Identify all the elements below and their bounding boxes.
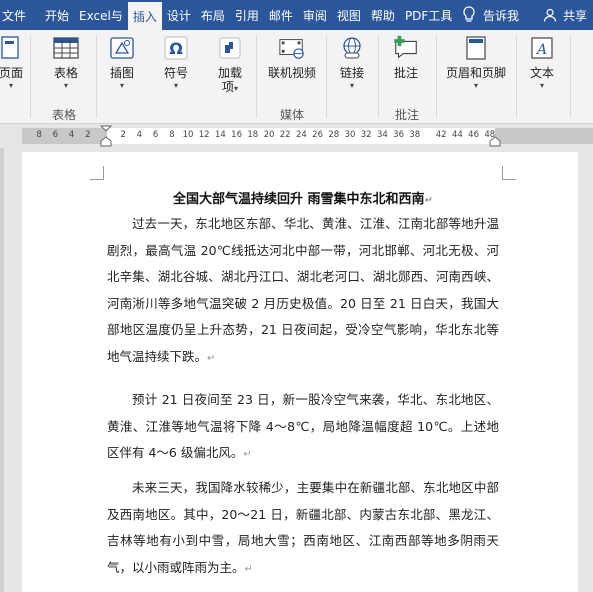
document-page[interactable]: 全国大部气温持续回升 雨雪集中东北和西南↵ 过去一天，东北地区东部、华北、黄淮、… [22,152,578,592]
omega-symbol-icon: Ω [162,34,190,62]
ribbon-separator [326,36,327,118]
ribbon-separator [30,36,31,118]
chevron-down-icon: ▾ [8,81,13,90]
ribbon-separator [516,36,517,118]
right-indent-marker[interactable] [489,124,501,148]
chevron-down-icon: ▾ [119,81,124,90]
tab-file[interactable]: 文件 [0,0,40,30]
svg-text:A: A [535,42,547,58]
chevron-down-icon: ▾ [349,81,354,90]
table-button[interactable]: 表格 ▾ [44,34,88,91]
ribbon-separator [378,36,379,118]
document-heading: 全国大部气温持续回升 雨雪集中东北和西南↵ [173,192,433,207]
lightbulb-icon [463,6,475,22]
text-box-icon: A [528,34,556,62]
tab-insert[interactable]: 插入 [127,0,162,30]
comment-icon [392,34,420,62]
tab-home[interactable]: 开始 [40,0,74,30]
ribbon-separator [96,36,97,118]
group-label-table: 表格 [52,108,77,122]
header-footer-button[interactable]: 页眉和页脚 ▾ [444,34,508,91]
person-icon [543,8,557,22]
header-footer-icon [462,34,490,62]
text-button[interactable]: A 文本 ▾ [524,34,560,91]
chevron-down-icon: ▾ [173,81,178,90]
margin-corner-mark [502,166,516,180]
tell-me-box[interactable]: 告诉我 [483,7,519,24]
svg-text:Ω: Ω [169,39,183,58]
tab-mailings[interactable]: 邮件 [264,0,298,30]
ribbon-separator [256,36,257,118]
paragraph: 未来三天，我国降水较稀少，主要集中在新疆北部、东北地区中部及西南地区。其中，20… [107,480,499,575]
ruler-tick-label: 2 [85,130,91,140]
ribbon-separator [570,36,571,118]
tab-references[interactable]: 引用 [230,0,264,30]
online-video-icon [278,34,306,62]
chevron-down-icon: ▾ [63,81,68,90]
link-globe-icon [338,34,366,62]
new-comment-button[interactable]: 批注 [386,34,426,81]
group-label-comments: 批注 [395,108,420,122]
tab-design[interactable]: 设计 [162,0,196,30]
paragraph: 预计 21 日夜间至 23 日，新一股冷空气来袭，华北、东北地区、黄淮、江淮等地… [107,392,499,461]
margin-corner-mark [90,166,104,180]
ruler-tick-label: 38 [409,130,421,140]
left-scroll-edge [0,148,4,592]
group-label-media: 媒体 [280,108,305,122]
chevron-down-icon: ▾ [473,81,478,90]
tab-pdf-tools[interactable]: PDF工具 [400,0,457,30]
illustrations-button[interactable]: 插图 ▾ [104,34,140,91]
symbols-button[interactable]: Ω 符号 ▾ [158,34,194,91]
online-video-button[interactable]: 联机视频 [264,34,320,81]
link-button[interactable]: 链接 ▾ [334,34,370,91]
table-icon [52,34,80,62]
addins-button[interactable]: 加载 项▾ [212,34,248,94]
addins-icon [216,34,244,62]
tab-view[interactable]: 视图 [332,0,366,30]
paragraph: 过去一天，东北地区东部、华北、黄淮、江淮、江南北部等地升温剧烈，最高气温 20℃… [107,216,499,364]
ribbon-insert: 页面 ▾ 表格 ▾ 表格 插图 ▾ Ω 符号 ▾ 加载 项▾ 联机视频 媒体 链… [0,30,593,124]
illustrations-icon [108,34,136,62]
tab-layout[interactable]: 布局 [196,0,230,30]
first-line-indent-marker[interactable] [100,124,112,148]
pages-button[interactable]: 页面 ▾ [0,34,26,91]
share-button[interactable]: 共享 [563,7,587,24]
horizontal-ruler[interactable]: 8 6 4 2 2 4 6 8 10 12 14 16 18 20 22 24 26 28 30 32 34 36 38 42… [0,124,593,148]
tab-help[interactable]: 帮助 [366,0,400,30]
ribbon-separator [436,36,437,118]
tab-excel[interactable]: Excel与 [74,0,128,30]
pages-icon [0,34,25,62]
chevron-down-icon: ▾ [539,81,544,90]
ribbon-tab-bar: 文件 开始 Excel与 插入 设计 布局 引用 邮件 审阅 视图 帮助 PDF… [0,0,593,30]
tab-review[interactable]: 审阅 [298,0,332,30]
